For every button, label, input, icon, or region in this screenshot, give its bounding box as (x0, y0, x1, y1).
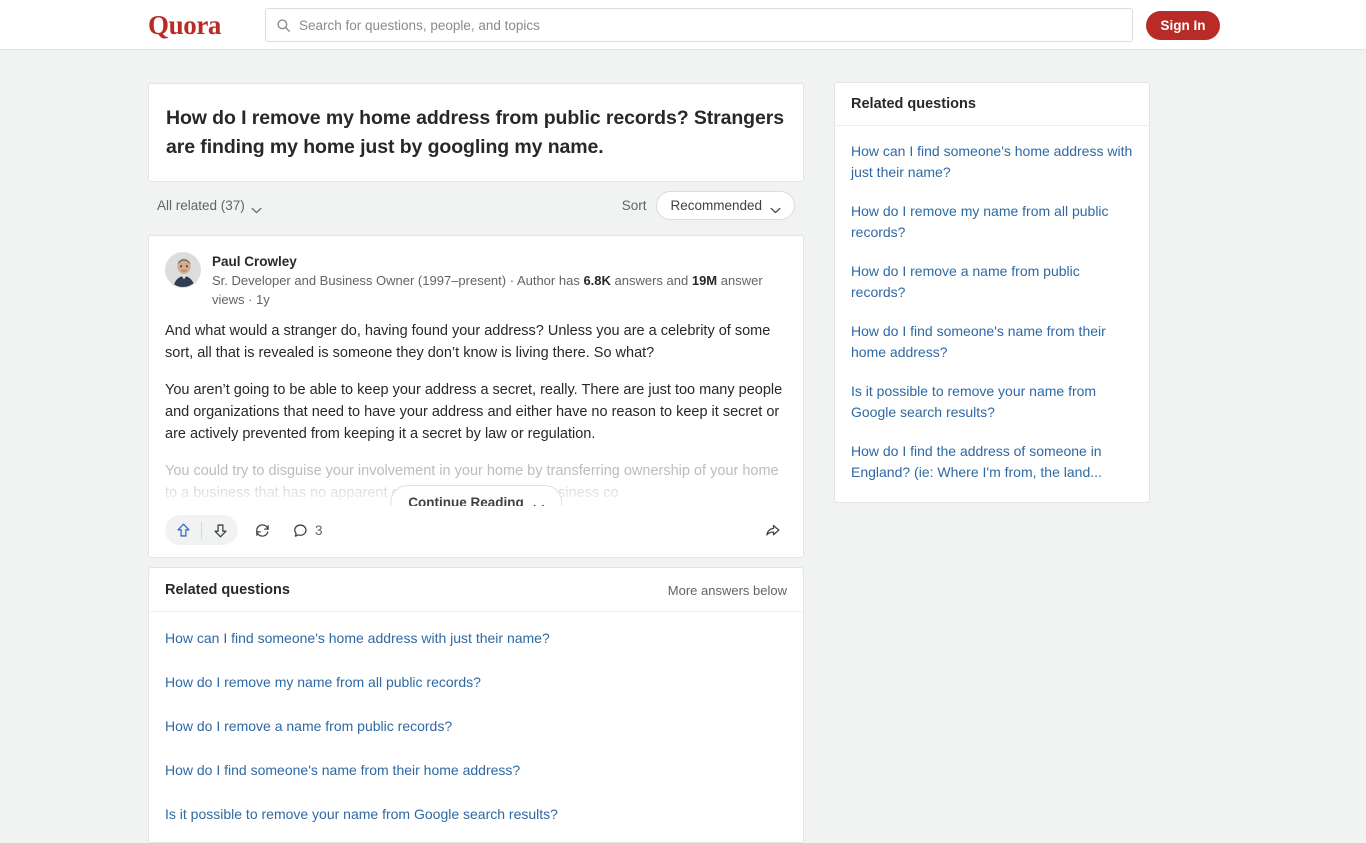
answer-author-row: Paul Crowley Sr. Developer and Business … (149, 236, 803, 309)
related-question-link[interactable]: How do I find someone's name from their … (149, 748, 803, 792)
author-name[interactable]: Paul Crowley (212, 253, 787, 270)
answer-action-bar: 3 (149, 506, 803, 557)
filter-sort-row: All related (37) Sort Recommended (148, 183, 804, 227)
comment-count: 3 (315, 522, 323, 538)
sort-value: Recommended (670, 197, 762, 213)
sort-dropdown[interactable]: Recommended (656, 190, 795, 220)
related-question-link[interactable]: How do I remove my name from all public … (149, 660, 803, 704)
sidebar-related-title: Related questions (835, 83, 1149, 126)
sidebar-question-link[interactable]: Is it possible to remove your name from … (835, 372, 1149, 432)
page-body: How do I remove my home address from pub… (0, 50, 1366, 843)
related-question-link[interactable]: Is it possible to remove your name from … (149, 792, 803, 836)
question-title: How do I remove my home address from pub… (166, 107, 784, 158)
main-related-questions-card: Related questions More answers below How… (148, 567, 804, 843)
quora-logo[interactable]: Quora (148, 9, 221, 41)
continue-reading-button[interactable]: Continue Reading (390, 485, 562, 506)
vote-pill (165, 515, 238, 545)
related-question-link[interactable]: How can I find someone's home address wi… (149, 616, 803, 660)
related-questions-list: How can I find someone's home address wi… (149, 612, 803, 842)
avatar-photo (166, 253, 200, 287)
answers-count: 6.8K (583, 273, 611, 288)
author-credential: Sr. Developer and Business Owner (1997–p… (212, 272, 787, 309)
repost-button[interactable] (246, 515, 278, 545)
repost-cycle-icon (255, 523, 269, 537)
chevron-down-icon (251, 202, 262, 213)
sidebar-question-link[interactable]: How do I remove a name from public recor… (835, 252, 1149, 312)
sort-label: Sort (621, 197, 647, 213)
sidebar-question-link[interactable]: How do I find the address of someone in … (835, 432, 1149, 492)
answer-body: And what would a stranger do, having fou… (149, 309, 803, 506)
chevron-down-icon (533, 499, 544, 506)
main-column: How do I remove my home address from pub… (148, 83, 804, 843)
sidebar-column: Related questions How can I find someone… (834, 82, 1150, 503)
all-related-label: All related (37) (157, 197, 245, 213)
upvote-button[interactable] (165, 515, 201, 545)
sidebar-question-link[interactable]: How do I find someone's name from their … (835, 312, 1149, 372)
sidebar-related-questions-card: Related questions How can I find someone… (834, 82, 1150, 503)
related-questions-header: Related questions More answers below (149, 568, 803, 612)
continue-reading-label: Continue Reading (408, 495, 524, 506)
top-navigation-bar: Quora Sign In (0, 0, 1366, 50)
sort-controls: Sort Recommended (621, 190, 795, 220)
more-answers-below-label[interactable]: More answers below (668, 583, 787, 598)
sidebar-question-link[interactable]: How do I remove my name from all public … (835, 192, 1149, 252)
downvote-button[interactable] (202, 515, 238, 545)
sign-in-button[interactable]: Sign In (1146, 11, 1220, 40)
views-count: 19M (691, 273, 718, 288)
answer-paragraph: And what would a stranger do, having fou… (165, 323, 771, 361)
search-box[interactable] (265, 8, 1133, 42)
upvote-arrow-icon (176, 523, 190, 537)
all-related-dropdown[interactable]: All related (37) (157, 198, 262, 213)
comment-button[interactable]: 3 (286, 515, 329, 545)
answer-paragraph: You aren’t going to be able to keep your… (165, 382, 783, 442)
related-questions-title: Related questions (165, 582, 290, 598)
avatar[interactable] (165, 252, 201, 288)
author-meta: Paul Crowley Sr. Developer and Business … (212, 252, 787, 309)
credential-mid: answers and (610, 273, 692, 288)
related-question-link[interactable]: How do I remove a name from public recor… (149, 704, 803, 748)
comment-bubble-icon (294, 523, 307, 537)
share-arrow-icon (765, 524, 779, 536)
credential-prefix: Sr. Developer and Business Owner (1997–p… (212, 273, 584, 288)
sidebar-question-link[interactable]: How can I find someone's home address wi… (835, 132, 1149, 192)
question-card: How do I remove my home address from pub… (148, 83, 804, 182)
downvote-arrow-icon (213, 523, 227, 537)
chevron-down-icon (770, 202, 781, 213)
sidebar-related-list: How can I find someone's home address wi… (835, 126, 1149, 502)
search-input[interactable] (299, 17, 1122, 33)
answer-truncation-zone: You could try to disguise your involveme… (165, 460, 787, 506)
share-button[interactable] (757, 515, 787, 545)
search-icon (276, 18, 291, 33)
answer-card: Paul Crowley Sr. Developer and Business … (148, 235, 804, 558)
